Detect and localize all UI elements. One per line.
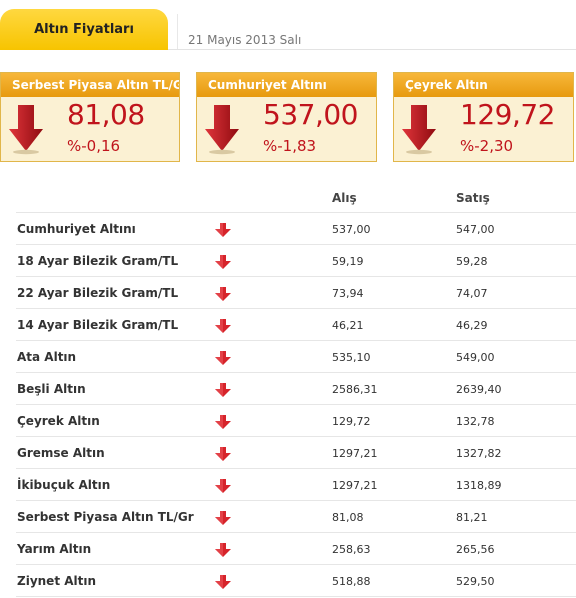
column-header-sell: Satış: [456, 191, 490, 205]
down-arrow-icon: [215, 510, 231, 525]
table-row[interactable]: 22 Ayar Bilezik Gram/TL 73,94 74,07: [16, 277, 576, 309]
row-sell-price: 1318,89: [456, 479, 502, 492]
down-arrow-icon: [215, 254, 231, 269]
table-row[interactable]: İkibuçuk Altın 1297,21 1318,89: [16, 469, 576, 501]
down-arrow-icon: [9, 105, 43, 155]
down-arrow-icon: [215, 382, 231, 397]
row-name: Yarım Altın: [17, 542, 92, 556]
tab-underline: [168, 49, 576, 50]
down-arrow-icon: [215, 350, 231, 365]
row-sell-price: 132,78: [456, 415, 495, 428]
down-arrow-icon: [402, 105, 436, 155]
table-row[interactable]: 18 Ayar Bilezik Gram/TL 59,19 59,28: [16, 245, 576, 277]
row-buy-price: 1297,21: [332, 479, 378, 492]
row-name: Serbest Piyasa Altın TL/Gr: [17, 510, 194, 524]
row-sell-price: 265,56: [456, 543, 495, 556]
row-sell-price: 547,00: [456, 223, 495, 236]
row-name: Gremse Altın: [17, 446, 105, 460]
row-sell-price: 2639,40: [456, 383, 502, 396]
row-name: 14 Ayar Bilezik Gram/TL: [17, 318, 179, 332]
row-sell-price: 59,28: [456, 255, 488, 268]
table-row[interactable]: Yarım Altın 258,63 265,56: [16, 533, 576, 565]
summary-box-title: Çeyrek Altın: [394, 73, 573, 97]
row-name: 18 Ayar Bilezik Gram/TL: [17, 254, 179, 268]
table-row[interactable]: Serbest Piyasa Altın TL/Gr 81,08 81,21: [16, 501, 576, 533]
table-row[interactable]: Beşli Altın 2586,31 2639,40: [16, 373, 576, 405]
row-sell-price: 1327,82: [456, 447, 502, 460]
down-arrow-icon: [215, 542, 231, 557]
row-buy-price: 129,72: [332, 415, 371, 428]
table-row[interactable]: Ziynet Altın 518,88 529,50: [16, 565, 576, 597]
row-buy-price: 1297,21: [332, 447, 378, 460]
down-arrow-icon: [215, 574, 231, 589]
table-row[interactable]: 14 Ayar Bilezik Gram/TL 46,21 46,29: [16, 309, 576, 341]
summary-box-cumhuriyet[interactable]: Cumhuriyet Altını 537,00 %-1,83: [196, 72, 377, 162]
table-row[interactable]: Gremse Altın 1297,21 1327,82: [16, 437, 576, 469]
row-buy-price: 59,19: [332, 255, 364, 268]
column-header-buy: Alış: [332, 191, 357, 205]
summary-box-title: Cumhuriyet Altını: [197, 73, 376, 97]
summary-box-serbest-piyasa[interactable]: Serbest Piyasa Altın TL/Gr 81,08 %-0,16: [0, 72, 180, 162]
row-sell-price: 549,00: [456, 351, 495, 364]
price-table: Alış Satış Cumhuriyet Altını 537,00 547,00…: [16, 182, 576, 597]
row-name: İkibuçuk Altın: [17, 478, 111, 492]
row-buy-price: 537,00: [332, 223, 371, 236]
down-arrow-icon: [215, 222, 231, 237]
summary-value: 81,08: [67, 98, 145, 131]
down-arrow-icon: [215, 286, 231, 301]
summary-change: %-2,30: [460, 137, 514, 155]
row-buy-price: 535,10: [332, 351, 371, 364]
row-name: Ata Altın: [17, 350, 77, 364]
tab-altin-fiyatlari[interactable]: Altın Fiyatları: [0, 9, 168, 50]
table-row[interactable]: Cumhuriyet Altını 537,00 547,00: [16, 213, 576, 245]
table-header: Alış Satış: [16, 182, 576, 213]
table-row[interactable]: Çeyrek Altın 129,72 132,78: [16, 405, 576, 437]
row-name: 22 Ayar Bilezik Gram/TL: [17, 286, 179, 300]
summary-value: 129,72: [460, 98, 555, 131]
summary-change: %-0,16: [67, 137, 121, 155]
down-arrow-icon: [215, 414, 231, 429]
down-arrow-icon: [215, 318, 231, 333]
tab-bar: Altın Fiyatları 21 Mayıs 2013 Salı: [0, 0, 576, 50]
table-row[interactable]: Ata Altın 535,10 549,00: [16, 341, 576, 373]
row-buy-price: 46,21: [332, 319, 364, 332]
row-buy-price: 258,63: [332, 543, 371, 556]
row-buy-price: 518,88: [332, 575, 371, 588]
row-sell-price: 46,29: [456, 319, 488, 332]
summary-box-title: Serbest Piyasa Altın TL/Gr: [1, 73, 179, 97]
date-label: 21 Mayıs 2013 Salı: [188, 33, 302, 47]
down-arrow-icon: [215, 478, 231, 493]
row-name: Çeyrek Altın: [17, 414, 100, 428]
row-name: Cumhuriyet Altını: [17, 222, 136, 236]
summary-change: %-1,83: [263, 137, 317, 155]
row-name: Beşli Altın: [17, 382, 86, 396]
summary-box-ceyrek[interactable]: Çeyrek Altın 129,72 %-2,30: [393, 72, 574, 162]
summary-value: 537,00: [263, 98, 358, 131]
row-buy-price: 81,08: [332, 511, 364, 524]
down-arrow-icon: [205, 105, 239, 155]
down-arrow-icon: [215, 446, 231, 461]
row-buy-price: 2586,31: [332, 383, 378, 396]
row-name: Ziynet Altın: [17, 574, 97, 588]
row-sell-price: 529,50: [456, 575, 495, 588]
row-buy-price: 73,94: [332, 287, 364, 300]
row-sell-price: 81,21: [456, 511, 488, 524]
row-sell-price: 74,07: [456, 287, 488, 300]
tab-divider: [177, 14, 178, 49]
